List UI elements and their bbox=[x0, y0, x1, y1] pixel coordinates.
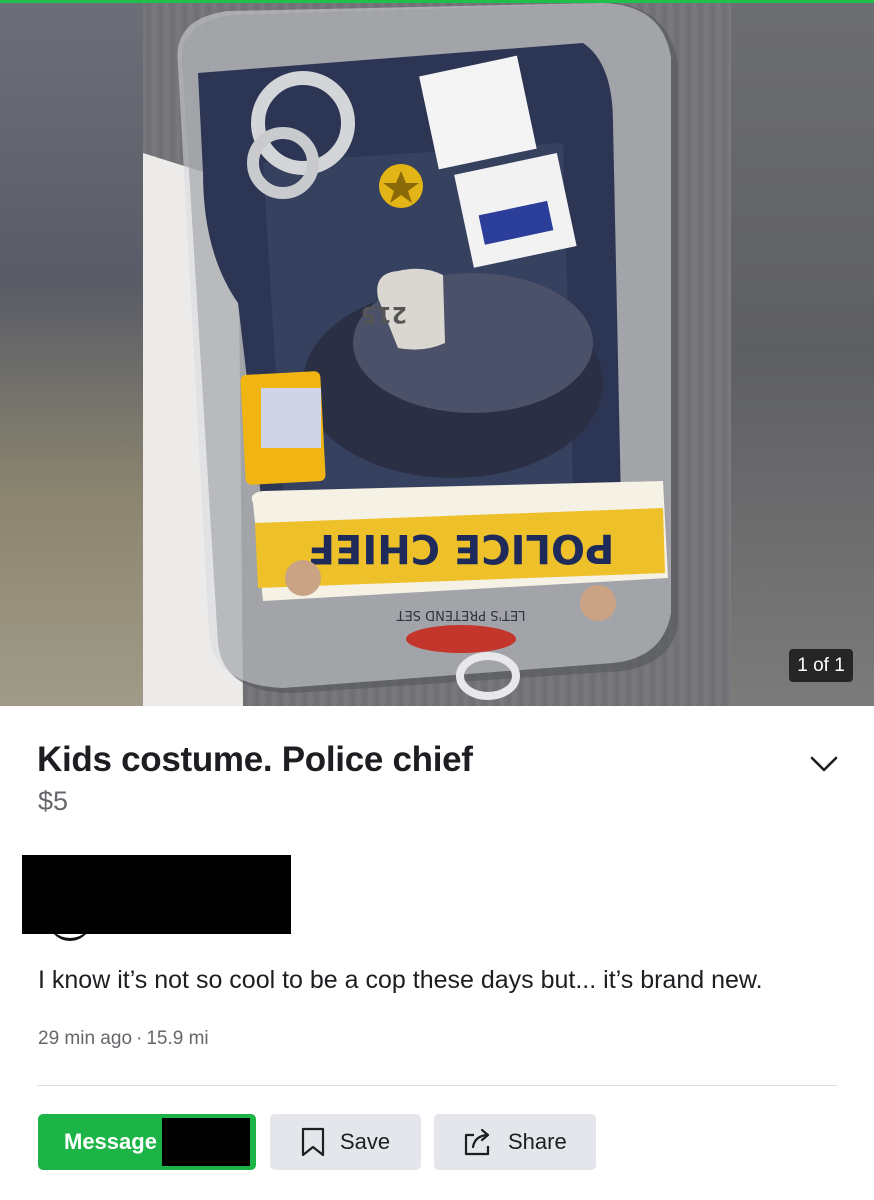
listing-meta: 29 min ago · 15.9 mi bbox=[38, 1028, 209, 1050]
badge-number-text: 215 bbox=[361, 301, 407, 326]
save-button-label: Save bbox=[340, 1129, 391, 1154]
share-icon bbox=[464, 1128, 490, 1156]
save-button[interactable]: Save bbox=[270, 1114, 421, 1170]
listing-distance: 15.9 mi bbox=[146, 1028, 209, 1049]
chevron-down-icon[interactable] bbox=[808, 752, 840, 776]
redacted-seller-info bbox=[22, 855, 291, 934]
listing-title: Kids costume. Police chief bbox=[37, 740, 473, 779]
share-button-label: Share bbox=[508, 1129, 567, 1154]
photo-blur-left bbox=[0, 0, 145, 706]
listing-photo[interactable]: 215 POLICE CHIEF LET'S PRETEND SET 1 of … bbox=[0, 0, 874, 706]
top-accent-bar bbox=[0, 0, 874, 3]
message-button[interactable]: Message bbox=[38, 1114, 256, 1170]
bookmark-icon bbox=[301, 1127, 325, 1157]
redacted-message-text bbox=[162, 1118, 250, 1166]
package-subline-text: LET'S PRETEND SET bbox=[397, 607, 526, 622]
share-button[interactable]: Share bbox=[434, 1114, 596, 1170]
section-divider bbox=[37, 1085, 837, 1086]
listing-price: $5 bbox=[38, 786, 69, 816]
message-button-label: Message bbox=[64, 1129, 157, 1154]
photo-counter-badge: 1 of 1 bbox=[789, 649, 853, 682]
package-banner-text: POLICE CHIEF bbox=[308, 525, 615, 571]
listing-description: I know it’s not so cool to be a cop thes… bbox=[38, 966, 763, 994]
meta-separator: · bbox=[136, 1028, 143, 1049]
listing-time-ago: 29 min ago bbox=[38, 1028, 133, 1049]
photo-blur-right bbox=[729, 0, 874, 706]
costume-package-photo: 215 POLICE CHIEF LET'S PRETEND SET bbox=[143, 3, 731, 706]
